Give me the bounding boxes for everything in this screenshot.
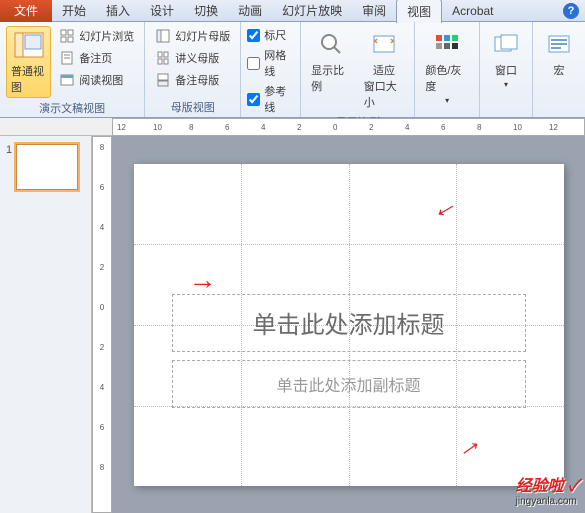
annotation-arrow-icon: → (447, 423, 488, 465)
gridlines-checkbox-input[interactable] (247, 57, 260, 70)
dropdown-icon: ▾ (445, 96, 449, 105)
fit-window-icon (368, 28, 400, 60)
notes-master-button[interactable]: 备注母版 (151, 70, 234, 90)
tab-view[interactable]: 视图 (396, 0, 442, 23)
window-label: 窗口 (495, 62, 517, 78)
group-window: 窗口 ▾ (480, 22, 533, 117)
fit-label: 适应 (373, 62, 395, 78)
group-show: 标尺 网格线 参考线 显示 (241, 22, 301, 117)
tab-home[interactable]: 开始 (52, 0, 96, 22)
horizontal-ruler-bar: 12108642024681012 (0, 118, 585, 136)
dropdown-icon: ▾ (504, 80, 508, 89)
tab-animations[interactable]: 动画 (228, 0, 272, 22)
ruler-checkbox[interactable]: 标尺 (247, 26, 294, 44)
fit-window-button[interactable]: 适应 窗口大小 (360, 26, 409, 112)
guides-checkbox-label: 参考线 (264, 83, 294, 115)
color-grayscale-button[interactable]: 颜色/灰度 ▾ (421, 26, 473, 107)
group-color-label (421, 113, 473, 115)
tab-acrobat[interactable]: Acrobat (442, 1, 503, 21)
fit-label2: 窗口大小 (364, 78, 405, 110)
slide-master-button[interactable]: 幻灯片母版 (151, 26, 234, 46)
watermark: 经验啦 ✓ jingyanla.com (516, 472, 579, 507)
group-presentation-views: 普通视图 幻灯片浏览 备注页 阅读视图 演示文稿视图 (0, 22, 145, 117)
slide-master-label: 幻灯片母版 (175, 28, 230, 44)
tab-design[interactable]: 设计 (140, 0, 184, 22)
group-zoom: 显示比例 适应 窗口大小 显示比例 (301, 22, 415, 117)
notes-page-button[interactable]: 备注页 (55, 48, 138, 68)
reading-view-label: 阅读视图 (79, 72, 123, 88)
help-icon[interactable]: ? (563, 3, 579, 19)
ruler-checkbox-input[interactable] (247, 29, 260, 42)
tab-insert[interactable]: 插入 (96, 0, 140, 22)
zoom-button[interactable]: 显示比例 (307, 26, 356, 112)
group-master-views: 幻灯片母版 讲义母版 备注母版 母版视图 (145, 22, 241, 117)
guides-checkbox-input[interactable] (247, 93, 260, 106)
slide-canvas-area: 单击此处添加标题 单击此处添加副标题 → → → (112, 136, 585, 513)
watermark-sub: jingyanla.com (516, 496, 579, 507)
subtitle-placeholder[interactable]: 单击此处添加副标题 (172, 360, 526, 408)
tab-bar: 文件 开始 插入 设计 切换 动画 幻灯片放映 审阅 视图 Acrobat ? (0, 0, 585, 22)
group-macros-label (539, 113, 579, 115)
title-placeholder[interactable]: 单击此处添加标题 (172, 294, 526, 352)
handout-master-label: 讲义母版 (175, 50, 219, 66)
window-button[interactable]: 窗口 ▾ (486, 26, 526, 91)
macros-label: 宏 (554, 62, 565, 78)
handout-master-button[interactable]: 讲义母版 (151, 48, 234, 68)
color-grayscale-label: 颜色/灰度 (425, 62, 469, 94)
notes-page-label: 备注页 (79, 50, 112, 66)
slide-thumbnail[interactable]: 1 (6, 144, 85, 190)
notes-page-icon (59, 50, 75, 66)
tab-review[interactable]: 审阅 (352, 0, 396, 22)
group-presentation-views-label: 演示文稿视图 (6, 98, 138, 116)
window-icon (490, 28, 522, 60)
horizontal-ruler[interactable]: 12108642024681012 (112, 118, 585, 136)
slide-browse-icon (59, 28, 75, 44)
normal-view-label: 普通视图 (11, 63, 46, 95)
slide-thumbnail-preview (16, 144, 78, 190)
slide-browse-button[interactable]: 幻灯片浏览 (55, 26, 138, 46)
normal-view-icon (13, 29, 45, 61)
tab-slideshow[interactable]: 幻灯片放映 (272, 0, 352, 22)
color-grayscale-icon (431, 28, 463, 60)
tab-transitions[interactable]: 切换 (184, 0, 228, 22)
reading-view-button[interactable]: 阅读视图 (55, 70, 138, 90)
gridlines-checkbox-label: 网格线 (264, 47, 294, 79)
gridlines-checkbox[interactable]: 网格线 (247, 46, 294, 80)
macros-button[interactable]: 宏 (539, 26, 579, 80)
guides-checkbox[interactable]: 参考线 (247, 82, 294, 116)
zoom-icon (315, 28, 347, 60)
zoom-label: 显示比例 (311, 62, 352, 94)
thumbnail-panel: 1 (0, 136, 92, 513)
slide-thumbnail-number: 1 (6, 144, 12, 190)
group-window-label (486, 113, 526, 115)
normal-view-button[interactable]: 普通视图 (6, 26, 51, 98)
reading-view-icon (59, 72, 75, 88)
group-macros: 宏 (533, 22, 585, 117)
annotation-arrow-icon: → (189, 264, 217, 296)
annotation-arrow-icon: → (427, 193, 467, 235)
notes-master-icon (155, 72, 171, 88)
group-color: 颜色/灰度 ▾ (415, 22, 480, 117)
handout-master-icon (155, 50, 171, 66)
notes-master-label: 备注母版 (175, 72, 219, 88)
slide-browse-label: 幻灯片浏览 (79, 28, 134, 44)
slide-master-icon (155, 28, 171, 44)
watermark-main: 经验啦 ✓ (516, 478, 579, 495)
ruler-checkbox-label: 标尺 (264, 27, 286, 43)
slide[interactable]: 单击此处添加标题 单击此处添加副标题 → → → (134, 164, 564, 486)
work-area: 1 864202468 单击此处添加标题 单击此处添加副标题 → → → (0, 136, 585, 513)
tab-file[interactable]: 文件 (0, 0, 52, 22)
guide-horizontal[interactable] (134, 244, 564, 245)
group-master-views-label: 母版视图 (151, 97, 234, 115)
ribbon: 普通视图 幻灯片浏览 备注页 阅读视图 演示文稿视图 幻灯片母版 讲义母版 备注… (0, 22, 585, 118)
vertical-ruler[interactable]: 864202468 (92, 136, 112, 513)
macros-icon (543, 28, 575, 60)
